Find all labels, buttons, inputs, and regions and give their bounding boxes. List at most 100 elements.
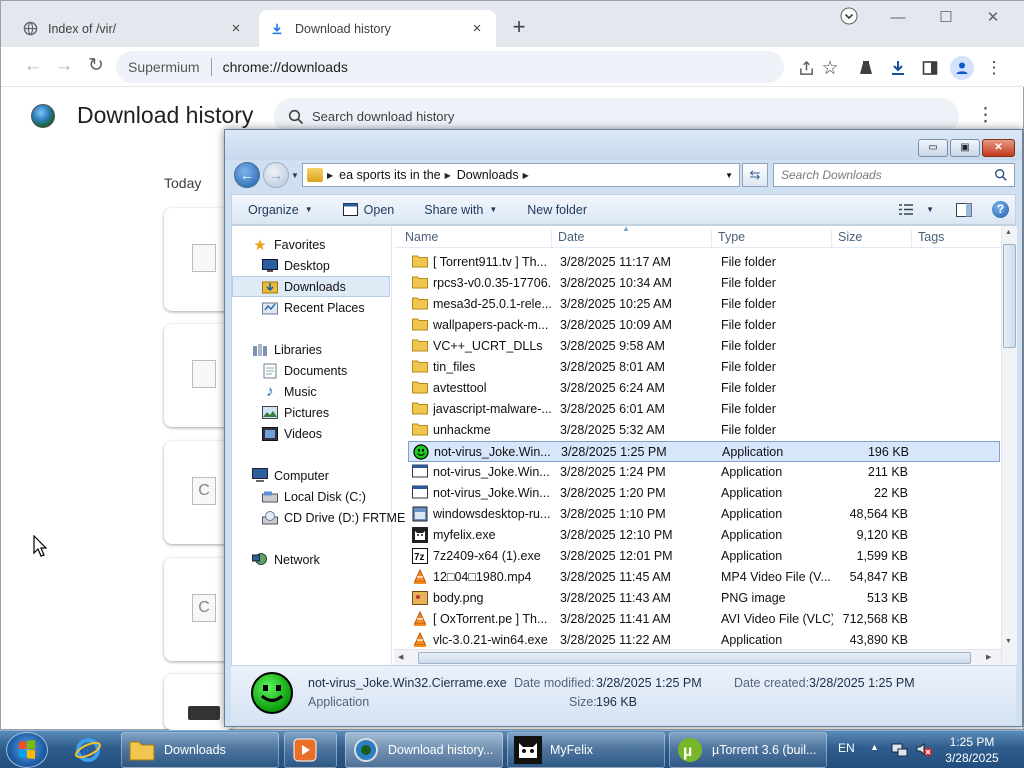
side-panel-icon[interactable] [919, 57, 941, 79]
column-date[interactable]: Date ▲ [551, 226, 711, 248]
maximize-button[interactable]: ▣ [950, 139, 980, 157]
taskbar-button[interactable]: Download history... [345, 732, 503, 768]
view-options-button[interactable]: ▼ [898, 203, 934, 216]
open-button[interactable]: Open [342, 203, 394, 217]
nav-downloads[interactable]: Downloads [232, 276, 390, 297]
address-breadcrumb[interactable]: ▶ ea sports its in the ▶ Downloads ▶ ▼ [302, 163, 740, 187]
nav-label: CD Drive (D:) FRTME [284, 510, 406, 525]
horizontal-scrollbar[interactable]: ◀ ▶ [394, 649, 1001, 665]
nav-libraries[interactable]: Libraries [252, 339, 411, 360]
file-row[interactable]: mesa3d-25.0.1-rele... 3/28/2025 10:25 AM F… [408, 294, 1000, 315]
desktop-icon [262, 258, 278, 274]
bookmark-star-icon[interactable]: ☆ [819, 57, 841, 79]
start-button[interactable] [6, 732, 48, 768]
nav-label: Computer [274, 468, 329, 483]
file-row[interactable]: not-virus_Joke.Win... 3/28/2025 1:25 PM Ap… [408, 441, 1000, 462]
explorer-content: ★ Favorites Desktop Downloads Recent Pla… [231, 225, 1017, 666]
internet-explorer-icon[interactable]: e [70, 735, 106, 765]
volume-muted-icon[interactable] [915, 740, 933, 761]
file-row[interactable]: myfelix.exe 3/28/2025 12:10 PM Application… [408, 525, 1000, 546]
taskbar-button[interactable]: µ µTorrent 3.6 (buil... [669, 732, 827, 768]
file-row[interactable]: vlc-3.0.21-win64.exe 3/28/2025 11:22 AM Ap… [408, 630, 1000, 651]
nav-computer[interactable]: Computer [252, 465, 411, 486]
close-tab-icon[interactable]: × [227, 20, 245, 37]
vertical-scroll-thumb[interactable] [1003, 244, 1016, 348]
scroll-up-icon[interactable]: ▲ [1005, 229, 1012, 236]
downloads-icon[interactable] [887, 57, 909, 79]
vertical-scrollbar[interactable]: ▲ ▼ [1001, 226, 1017, 665]
file-row[interactable]: rpcs3-v0.0.35-17706... 3/28/2025 10:34 AM… [408, 273, 1000, 294]
file-row[interactable]: tin_files 3/28/2025 8:01 AM File folder [408, 357, 1000, 378]
back-arrow-icon[interactable]: ← [234, 162, 260, 188]
reload-icon[interactable]: ↻ [84, 55, 108, 79]
taskbar-button[interactable] [284, 732, 337, 768]
scroll-right-icon[interactable]: ▶ [986, 653, 991, 661]
show-hidden-icons-icon[interactable]: ▲ [870, 742, 879, 752]
share-icon[interactable] [795, 57, 817, 79]
scroll-down-icon[interactable]: ▼ [1005, 638, 1012, 645]
preview-pane-button[interactable] [956, 202, 972, 217]
recent-pages-chevron-icon[interactable]: ▼ [291, 171, 299, 180]
file-type: Application [721, 633, 783, 647]
nav-network[interactable]: Network [252, 549, 411, 570]
forward-icon[interactable]: → [52, 55, 76, 79]
taskbar-button[interactable]: MyFelix [507, 732, 665, 768]
organize-button[interactable]: Organize ▼ [248, 203, 313, 217]
file-row[interactable]: VC++_UCRT_DLLs 3/28/2025 9:58 AM File fold… [408, 336, 1000, 357]
file-row[interactable]: not-virus_Joke.Win... 3/28/2025 1:24 PM Ap… [408, 462, 1000, 483]
column-size[interactable]: Size [831, 230, 911, 248]
system-clock[interactable]: 1:25 PM 3/28/2025 [938, 734, 1006, 766]
file-row[interactable]: 7z 7z2409-x64 (1).exe 3/28/2025 12:01 PM Ap… [408, 546, 1000, 567]
file-row[interactable]: unhackme 3/28/2025 5:32 AM File folder [408, 420, 1000, 441]
file-row[interactable]: [ OxTorrent.pe ] Th... 3/28/2025 11:41 AM… [408, 609, 1000, 630]
minimize-button[interactable]: ▭ [918, 139, 948, 157]
profile-avatar-icon[interactable] [950, 56, 974, 80]
close-tab-icon[interactable]: × [468, 20, 486, 37]
column-name[interactable]: Name [405, 230, 438, 248]
horizontal-scroll-thumb[interactable] [418, 652, 971, 664]
preview-pane-icon [956, 202, 972, 217]
file-row[interactable]: [ Torrent911.tv ] Th... 3/28/2025 11:17 A… [408, 252, 1000, 273]
browser-menu-icon[interactable]: ⋮ [983, 57, 1005, 79]
file-type: Application [721, 549, 783, 563]
svg-text:7z: 7z [414, 552, 425, 563]
refresh-icon[interactable]: ⇆ [742, 163, 768, 187]
taskbar-button[interactable]: Downloads [121, 732, 279, 768]
tab-index-of-vir[interactable]: Index of /vir/ × [12, 10, 255, 47]
help-button[interactable]: ? [992, 201, 1009, 218]
file-icon [192, 244, 216, 272]
address-dropdown-icon[interactable]: ▼ [725, 171, 733, 180]
new-folder-button[interactable]: New folder [527, 203, 587, 217]
tab-search-button[interactable] [834, 7, 864, 29]
maximize-button[interactable]: ☐ [931, 7, 961, 29]
close-button[interactable]: ✕ [982, 139, 1015, 157]
extension-icon[interactable] [855, 57, 877, 79]
share-with-button[interactable]: Share with ▼ [424, 203, 497, 217]
file-row[interactable]: javascript-malware-... 3/28/2025 6:01 AM F… [408, 399, 1000, 420]
file-row[interactable]: wallpapers-pack-m... 3/28/2025 10:09 AM Fi… [408, 315, 1000, 336]
file-row[interactable]: windowsdesktop-ru... 3/28/2025 1:10 PM App… [408, 504, 1000, 525]
language-indicator[interactable]: EN [838, 741, 855, 755]
file-row[interactable]: avtesttool 3/28/2025 6:24 AM File folder [408, 378, 1000, 399]
new-tab-button[interactable]: + [508, 15, 530, 41]
back-icon[interactable]: ← [21, 55, 45, 79]
breadcrumb-item[interactable]: ea sports its in the [339, 168, 440, 182]
minimize-button[interactable]: — [883, 7, 913, 29]
network-tray-icon[interactable] [891, 740, 909, 761]
downloads-more-icon[interactable]: ⋮ [976, 105, 995, 127]
file-size: 22 KB [873, 486, 908, 500]
file-row[interactable]: not-virus_Joke.Win... 3/28/2025 1:20 PM Ap… [408, 483, 1000, 504]
column-tags[interactable]: Tags [911, 230, 991, 248]
file-row[interactable]: body.png 3/28/2025 11:43 AM PNG image 513 K… [408, 588, 1000, 609]
file-row[interactable]: 12□04□1980.mp4 3/28/2025 11:45 AM MP4 Vide… [408, 567, 1000, 588]
scroll-left-icon[interactable]: ◀ [398, 653, 403, 661]
tab-download-history[interactable]: Download history × [259, 10, 496, 47]
forward-arrow-icon[interactable]: → [263, 162, 289, 188]
nav-favorites[interactable]: ★ Favorites [252, 234, 411, 255]
close-window-button[interactable]: ✕ [978, 7, 1008, 29]
file-name: mesa3d-25.0.1-rele... [433, 297, 551, 311]
breadcrumb-item[interactable]: Downloads [457, 168, 519, 182]
explorer-search-input[interactable]: Search Downloads [773, 163, 1015, 187]
column-type[interactable]: Type [711, 230, 831, 248]
address-bar[interactable]: Supermium chrome://downloads [116, 51, 784, 83]
